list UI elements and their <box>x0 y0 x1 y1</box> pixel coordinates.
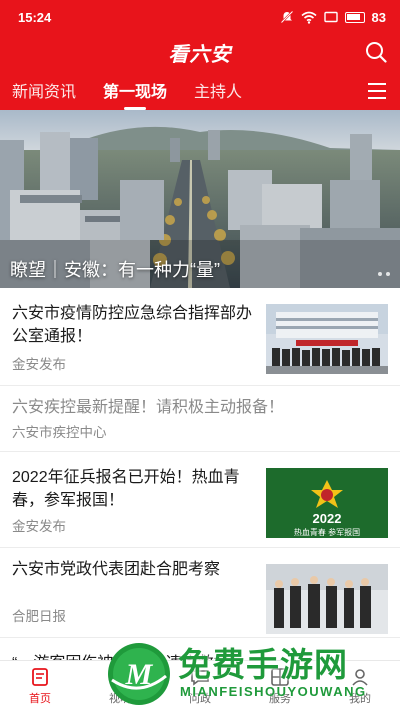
news-source: 金安发布 <box>12 357 66 372</box>
nav-profile-label: 我的 <box>349 693 371 705</box>
battery-level: 83 <box>371 9 386 25</box>
nav-inquiry[interactable]: 问政 <box>160 661 240 711</box>
status-icons: 83 <box>280 10 386 25</box>
nav-home-label: 首页 <box>29 693 51 705</box>
list-item[interactable]: 六安市疫情防控应急综合指挥部办公室通报！ 金安发布 <box>0 288 400 386</box>
news-title: 2022年征兵报名已开始！热血青春，参军报国！ <box>12 469 240 509</box>
wifi-icon <box>301 11 317 24</box>
tab-news[interactable]: 新闻资讯 <box>12 78 76 106</box>
news-title: 六安市疫情防控应急综合指挥部办公室通报！ <box>12 305 253 345</box>
nav-service[interactable]: 服务 <box>240 661 320 711</box>
carousel-dots <box>378 272 390 276</box>
nav-service-label: 服务 <box>269 693 291 705</box>
recruitment-thumbnail: 2022 热血青春 参军报国 <box>266 468 388 538</box>
title-row: 看六安 <box>0 34 400 70</box>
list-item[interactable]: 2022年征兵报名已开始！热血青春，参军报国！ 金安发布 2022 热血青春 参… <box>0 452 400 548</box>
news-thumbnail <box>266 564 388 634</box>
news-title: “一游客因伤被困山中 速度救援 <box>12 652 388 660</box>
news-title: 六安市党政代表团赴合肥考察 <box>12 561 221 578</box>
chat-icon <box>191 670 209 686</box>
bottom-nav: 首页 视听 问政 服务 我的 <box>0 660 400 711</box>
screen-icon <box>323 11 338 23</box>
news-list: 六安市疫情防控应急综合指挥部办公室通报！ 金安发布 六安疾控最新提醒！请积极主动… <box>0 288 400 660</box>
hero-banner[interactable]: 瞭望｜安徽：有一种力“量” <box>0 110 400 288</box>
user-icon <box>352 669 368 686</box>
nav-video[interactable]: 视听 <box>80 661 160 711</box>
search-icon[interactable] <box>364 40 388 64</box>
news-thumbnail <box>266 304 388 374</box>
app-header: 15:24 83 看六安 新闻资讯 第一现场 主持人 <box>0 0 400 110</box>
tv-icon <box>111 667 129 684</box>
thumb-banner: 热血青春 参军报国 <box>294 527 360 537</box>
tab-live-scene[interactable]: 第一现场 <box>103 78 167 106</box>
channel-menu-icon[interactable] <box>368 83 386 99</box>
status-time: 15:24 <box>18 9 52 25</box>
news-source: 金安发布 <box>12 519 66 534</box>
hero-caption: 瞭望｜安徽：有一种力“量” <box>10 260 220 280</box>
app-screen: 15:24 83 看六安 新闻资讯 第一现场 主持人 瞭望｜安徽：有一种力“量”… <box>0 0 400 711</box>
nav-profile[interactable]: 我的 <box>320 661 400 711</box>
list-item[interactable]: 六安市党政代表团赴合肥考察 合肥日报 <box>0 548 400 638</box>
battery-icon <box>344 11 365 23</box>
news-title: 六安疾控最新提醒！请积极主动报备！ <box>12 399 285 416</box>
nav-inquiry-label: 问政 <box>189 693 211 705</box>
list-item[interactable]: 六安疾控最新提醒！请积极主动报备！ 六安市疾控中心 <box>0 386 400 452</box>
list-item[interactable]: “一游客因伤被困山中 速度救援 <box>0 638 400 660</box>
status-bar: 15:24 83 <box>0 0 400 34</box>
home-icon <box>32 668 48 686</box>
channel-tabs: 新闻资讯 第一现场 主持人 <box>0 74 400 110</box>
news-source: 六安市疾控中心 <box>12 425 107 440</box>
grid-icon <box>271 668 289 686</box>
mute-icon <box>280 10 293 24</box>
app-title: 看六安 <box>168 43 232 66</box>
nav-home[interactable]: 首页 <box>0 661 80 711</box>
nav-video-label: 视听 <box>109 693 131 705</box>
tab-host[interactable]: 主持人 <box>194 78 242 106</box>
news-source: 合肥日报 <box>12 609 66 624</box>
thumb-year: 2022 <box>313 511 342 526</box>
